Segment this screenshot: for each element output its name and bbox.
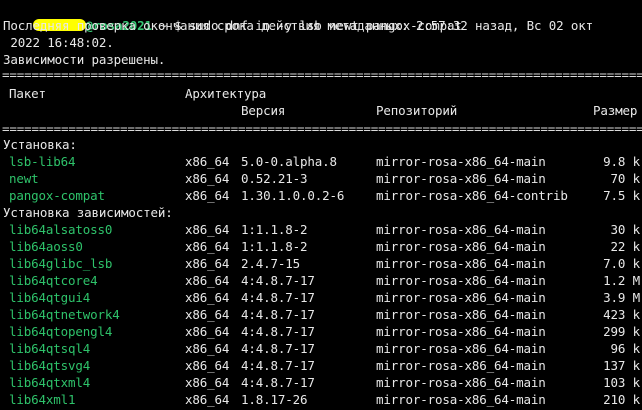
package-row: lib64qtnetwork4 x86_64 4:4.8.7-17 mirror-ro… bbox=[3, 306, 642, 323]
package-version: 4:4.8.7-17 bbox=[241, 358, 315, 373]
package-arch: x86_64 bbox=[185, 188, 230, 203]
package-repo: mirror-rosa-x86_64-main bbox=[376, 307, 546, 322]
table-header-row-2: Версия Репозиторий Размер bbox=[3, 102, 642, 119]
package-repo: mirror-rosa-x86_64-main bbox=[376, 171, 546, 186]
table-header-row-1: Пакет Архитектура bbox=[3, 85, 642, 102]
package-row: lsb-lib64 x86_64 5.0-0.alpha.8 mirror-rosa-… bbox=[3, 153, 642, 170]
package-size: 7.5 k bbox=[603, 188, 640, 203]
package-size: 22 k bbox=[610, 239, 640, 254]
package-repo: mirror-rosa-x86_64-main bbox=[376, 341, 546, 356]
package-name: lib64alsatoss0 bbox=[9, 222, 113, 237]
package-size: 423 k bbox=[603, 307, 640, 322]
package-arch: x86_64 bbox=[185, 375, 230, 390]
package-name: lib64qtopengl4 bbox=[9, 324, 113, 339]
package-repo: mirror-rosa-x86_64-main bbox=[376, 256, 546, 271]
package-repo: mirror-rosa-x86_64-main bbox=[376, 273, 546, 288]
double-rule-bottom: ========================================… bbox=[2, 121, 642, 136]
package-repo: mirror-rosa-x86_64-main bbox=[376, 392, 546, 407]
package-row: lib64glibc_lsb x86_64 2.4.7-15 mirror-rosa-… bbox=[3, 255, 642, 272]
package-arch: x86_64 bbox=[185, 222, 230, 237]
header-package: Пакет bbox=[9, 86, 46, 101]
package-size: 3.9 M bbox=[603, 290, 640, 305]
package-repo: mirror-rosa-x86_64-main bbox=[376, 239, 546, 254]
deps-section-label: Установка зависимостей: bbox=[3, 205, 173, 220]
package-version: 0.52.21-3 bbox=[241, 171, 308, 186]
metadata-message-1: Последняя проверка окончания срока дейст… bbox=[3, 18, 594, 33]
package-size: 1.2 M bbox=[603, 273, 640, 288]
package-repo: mirror-rosa-x86_64-main bbox=[376, 324, 546, 339]
package-row: newt x86_64 0.52.21-3 mirror-rosa-x86_64-ma… bbox=[3, 170, 642, 187]
package-repo: mirror-rosa-x86_64-main bbox=[376, 290, 546, 305]
package-name: lib64qtsvg4 bbox=[9, 358, 91, 373]
header-size: Размер bbox=[593, 103, 638, 118]
package-row: lib64qtxml4 x86_64 4:4.8.7-17 mirror-rosa-x… bbox=[3, 374, 642, 391]
package-size: 299 k bbox=[603, 324, 640, 339]
package-arch: x86_64 bbox=[185, 256, 230, 271]
terminal-window[interactable]: @rosa2021 ~ $ sudo dnf in -y lsb newt pa… bbox=[0, 0, 642, 410]
package-arch: x86_64 bbox=[185, 392, 230, 407]
header-repo: Репозиторий bbox=[376, 103, 458, 118]
metadata-message-2: 2022 16:48:02. bbox=[3, 35, 114, 50]
package-repo: mirror-rosa-x86_64-contrib bbox=[376, 188, 568, 203]
package-version: 4:4.8.7-17 bbox=[241, 290, 315, 305]
package-name: lib64qtcore4 bbox=[9, 273, 98, 288]
package-row: lib64qtsql4 x86_64 4:4.8.7-17 mirror-rosa-x… bbox=[3, 340, 642, 357]
package-arch: x86_64 bbox=[185, 154, 230, 169]
package-repo: mirror-rosa-x86_64-main bbox=[376, 375, 546, 390]
package-row: lib64qtgui4 x86_64 4:4.8.7-17 mirror-rosa-x… bbox=[3, 289, 642, 306]
package-size: 210 k bbox=[603, 392, 640, 407]
package-size: 7.0 k bbox=[603, 256, 640, 271]
package-size: 137 k bbox=[603, 358, 640, 373]
package-size: 103 k bbox=[603, 375, 640, 390]
package-arch: x86_64 bbox=[185, 324, 230, 339]
package-size: 30 k bbox=[610, 222, 640, 237]
package-name: lib64xml1 bbox=[9, 392, 76, 407]
package-version: 4:4.8.7-17 bbox=[241, 375, 315, 390]
package-version: 1.30.1.0.0.2-6 bbox=[241, 188, 345, 203]
package-arch: x86_64 bbox=[185, 358, 230, 373]
package-name: newt bbox=[9, 171, 39, 186]
package-name: pangox-compat bbox=[9, 188, 105, 203]
package-row: lib64qtsvg4 x86_64 4:4.8.7-17 mirror-rosa-x… bbox=[3, 357, 642, 374]
package-name: lib64qtsql4 bbox=[9, 341, 91, 356]
package-version: 4:4.8.7-17 bbox=[241, 341, 315, 356]
header-arch: Архитектура bbox=[185, 86, 267, 101]
package-repo: mirror-rosa-x86_64-main bbox=[376, 358, 546, 373]
package-size: 96 k bbox=[610, 341, 640, 356]
package-repo: mirror-rosa-x86_64-main bbox=[376, 222, 546, 237]
header-version: Версия bbox=[241, 103, 286, 118]
prompt-line: @rosa2021 ~ $ sudo dnf in -y lsb newt pa… bbox=[3, 0, 462, 33]
package-name: lib64glibc_lsb bbox=[9, 256, 113, 271]
package-arch: x86_64 bbox=[185, 341, 230, 356]
package-row: lib64qtopengl4 x86_64 4:4.8.7-17 mirror-ros… bbox=[3, 323, 642, 340]
install-section-label: Установка: bbox=[3, 137, 77, 152]
package-name: lib64qtnetwork4 bbox=[9, 307, 120, 322]
package-version: 1:1.1.8-2 bbox=[241, 239, 308, 254]
package-name: lib64qtgui4 bbox=[9, 290, 91, 305]
package-version: 5.0-0.alpha.8 bbox=[241, 154, 337, 169]
package-arch: x86_64 bbox=[185, 273, 230, 288]
package-version: 4:4.8.7-17 bbox=[241, 307, 315, 322]
package-version: 1.8.17-26 bbox=[241, 392, 308, 407]
package-arch: x86_64 bbox=[185, 290, 230, 305]
package-arch: x86_64 bbox=[185, 239, 230, 254]
package-row: lib64aoss0 x86_64 1:1.1.8-2 mirror-rosa-x86… bbox=[3, 238, 642, 255]
package-arch: x86_64 bbox=[185, 307, 230, 322]
double-rule-top: ========================================… bbox=[2, 67, 642, 82]
package-version: 2.4.7-15 bbox=[241, 256, 301, 271]
package-version: 4:4.8.7-17 bbox=[241, 324, 315, 339]
package-size: 70 k bbox=[610, 171, 640, 186]
package-name: lib64aoss0 bbox=[9, 239, 83, 254]
package-version: 4:4.8.7-17 bbox=[241, 273, 315, 288]
package-name: lsb-lib64 bbox=[9, 154, 76, 169]
package-row: lib64xml1 x86_64 1.8.17-26 mirror-rosa-x86_… bbox=[3, 391, 642, 408]
package-row: lib64alsatoss0 x86_64 1:1.1.8-2 mirror-rosa… bbox=[3, 221, 642, 238]
package-version: 1:1.1.8-2 bbox=[241, 222, 308, 237]
package-name: lib64qtxml4 bbox=[9, 375, 91, 390]
package-row: pangox-compat x86_64 1.30.1.0.0.2-6 mirror-… bbox=[3, 187, 642, 204]
package-repo: mirror-rosa-x86_64-main bbox=[376, 154, 546, 169]
package-arch: x86_64 bbox=[185, 171, 230, 186]
package-row: lib64qtcore4 x86_64 4:4.8.7-17 mirror-rosa-… bbox=[3, 272, 642, 289]
package-size: 9.8 k bbox=[603, 154, 640, 169]
